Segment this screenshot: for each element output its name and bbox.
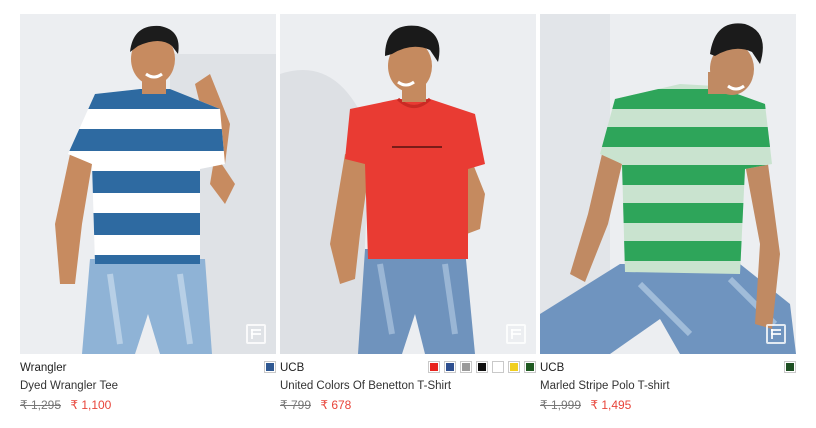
product-image[interactable]	[20, 14, 276, 354]
model-wearing-green-striped-polo	[540, 14, 796, 354]
color-swatch[interactable]	[264, 361, 276, 373]
color-swatch[interactable]	[492, 361, 504, 373]
product-name[interactable]: United Colors Of Benetton T-Shirt	[280, 380, 451, 392]
swatch-fill	[526, 363, 534, 371]
product-price: ₹ 1,295 ₹ 1,100	[20, 398, 111, 412]
product-brand[interactable]: Wrangler	[20, 362, 66, 374]
color-swatch[interactable]	[476, 361, 488, 373]
swatch-fill	[478, 363, 486, 371]
color-swatch[interactable]	[784, 361, 796, 373]
f-logo-icon	[766, 324, 786, 344]
product-card[interactable]: UCB United Colors Of Benetton T-Shirt ₹ …	[280, 14, 536, 414]
original-price: ₹ 799	[280, 398, 311, 412]
sale-price: ₹ 1,100	[70, 398, 112, 412]
swatch-fill	[430, 363, 438, 371]
product-price: ₹ 799 ₹ 678	[280, 398, 351, 412]
product-price: ₹ 1,999 ₹ 1,495	[540, 398, 631, 412]
product-grid: Wrangler Dyed Wrangler Tee ₹ 1,295 ₹ 1,1…	[20, 14, 796, 414]
color-swatch[interactable]	[428, 361, 440, 373]
original-price: ₹ 1,295	[20, 398, 61, 412]
product-image[interactable]	[280, 14, 536, 354]
product-name[interactable]: Dyed Wrangler Tee	[20, 380, 118, 392]
product-meta: UCB United Colors Of Benetton T-Shirt ₹ …	[280, 354, 536, 414]
color-swatch[interactable]	[524, 361, 536, 373]
color-swatches	[264, 361, 276, 373]
swatch-fill	[494, 363, 502, 371]
product-brand[interactable]: UCB	[540, 362, 564, 374]
product-brand[interactable]: UCB	[280, 362, 304, 374]
product-card[interactable]: UCB Marled Stripe Polo T-shirt ₹ 1,999 ₹…	[540, 14, 796, 414]
swatch-fill	[510, 363, 518, 371]
swatch-fill	[446, 363, 454, 371]
model-wearing-red-tshirt	[280, 14, 536, 354]
product-meta: Wrangler Dyed Wrangler Tee ₹ 1,295 ₹ 1,1…	[20, 354, 276, 414]
original-price: ₹ 1,999	[540, 398, 581, 412]
sale-price: ₹ 678	[320, 398, 352, 412]
color-swatch[interactable]	[444, 361, 456, 373]
color-swatches	[428, 361, 536, 373]
swatch-fill	[462, 363, 470, 371]
color-swatches	[784, 361, 796, 373]
product-name[interactable]: Marled Stripe Polo T-shirt	[540, 380, 670, 392]
f-logo-icon	[246, 324, 266, 344]
color-swatch[interactable]	[460, 361, 472, 373]
color-swatch[interactable]	[508, 361, 520, 373]
product-image[interactable]	[540, 14, 796, 354]
swatch-fill	[266, 363, 274, 371]
product-card[interactable]: Wrangler Dyed Wrangler Tee ₹ 1,295 ₹ 1,1…	[20, 14, 276, 414]
sale-price: ₹ 1,495	[590, 398, 632, 412]
product-meta: UCB Marled Stripe Polo T-shirt ₹ 1,999 ₹…	[540, 354, 796, 414]
model-wearing-blue-white-striped-polo	[20, 14, 276, 354]
swatch-fill	[786, 363, 794, 371]
f-logo-icon	[506, 324, 526, 344]
